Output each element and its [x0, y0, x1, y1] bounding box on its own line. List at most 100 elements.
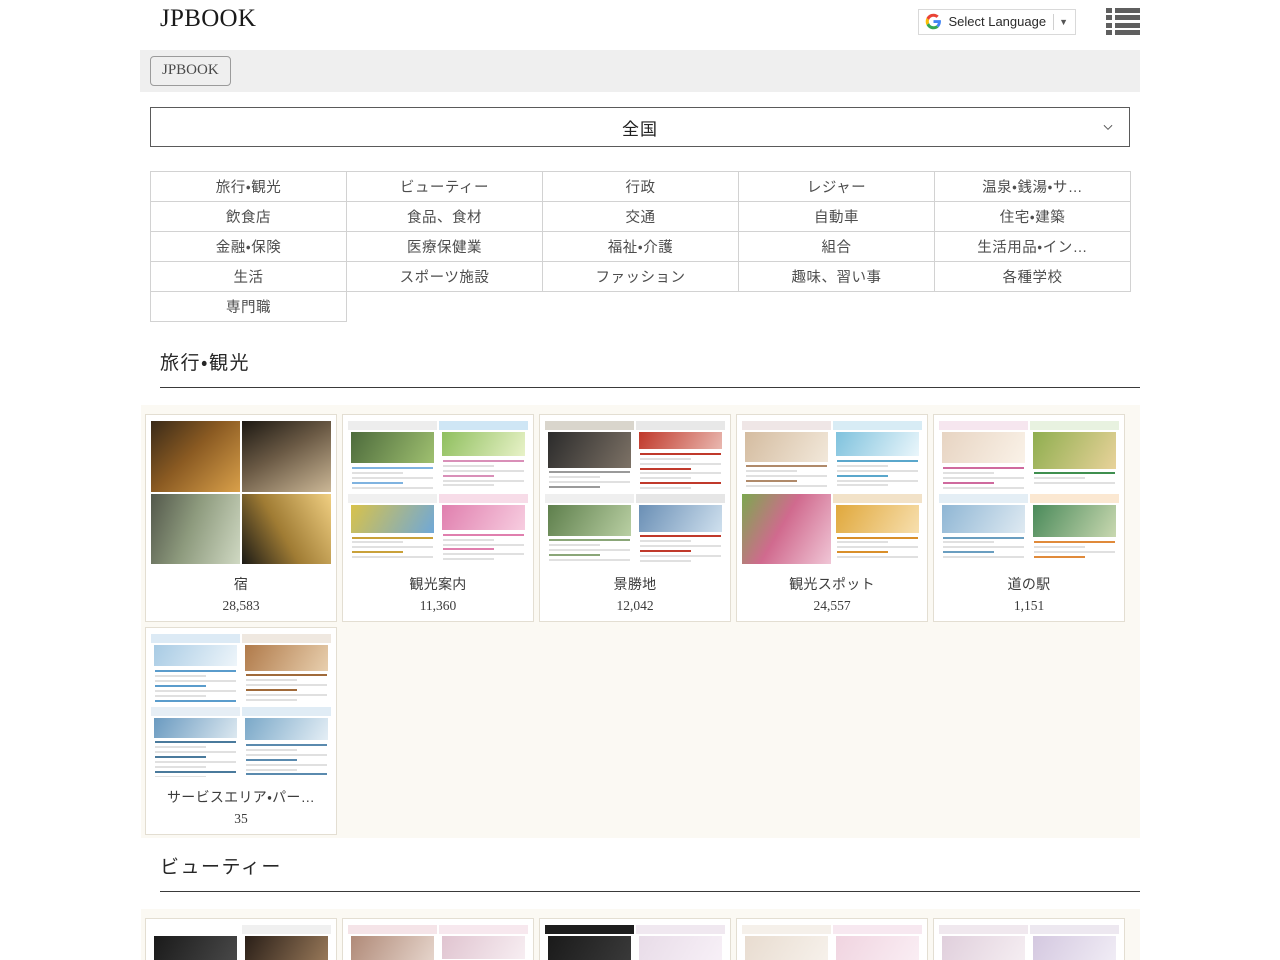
category-cell[interactable]: 福祉・介護: [543, 232, 739, 262]
thumbnail-website: [1030, 494, 1119, 565]
thumbnail-website: [833, 925, 922, 960]
google-translate-widget[interactable]: Select Language ▼: [918, 9, 1076, 35]
category-cell[interactable]: 自動車: [739, 202, 935, 232]
thumbnail-website: [939, 925, 1028, 960]
category-card[interactable]: 宿28,583: [145, 414, 337, 622]
category-cell[interactable]: 趣味、習い事: [739, 262, 935, 292]
card-grid: [141, 909, 1140, 960]
category-cell[interactable]: レジャー: [739, 172, 935, 202]
category-card[interactable]: 観光スポット 24,557: [736, 414, 928, 622]
page-root: JPBOOK Select Language ▼: [0, 0, 1280, 960]
region-select-value: 全国: [622, 115, 658, 140]
card-count: 24,557: [742, 598, 922, 614]
thumbnail-website: [742, 421, 831, 492]
category-cell[interactable]: 専門職: [151, 292, 347, 322]
category-cell[interactable]: 旅行・観光: [151, 172, 347, 202]
thumbnail-website: [1030, 925, 1119, 960]
category-row: 金融・保険医療保健業福祉・介護組合生活用品・イン…: [151, 232, 1131, 262]
thumbnail-website: [545, 494, 634, 565]
category-cell[interactable]: 飲食店: [151, 202, 347, 232]
card-thumbnail: [151, 634, 331, 777]
google-logo-icon: [925, 13, 942, 30]
thumbnail-website: [636, 421, 725, 492]
category-row: 旅行・観光ビューティー行政レジャー温泉・銭湯・サ…: [151, 172, 1131, 202]
category-cell[interactable]: 食品、食材: [347, 202, 543, 232]
category-card[interactable]: [342, 918, 534, 960]
card-count: 35: [151, 811, 331, 827]
thumbnail-website: [939, 421, 1028, 492]
thumbnail-website: [348, 421, 437, 492]
card-thumbnail: [939, 925, 1119, 960]
category-cell[interactable]: 交通: [543, 202, 739, 232]
category-cell[interactable]: 医療保健業: [347, 232, 543, 262]
thumbnail-website: [833, 421, 922, 492]
section-title: ビューティー: [140, 852, 1140, 879]
category-cell[interactable]: 生活: [151, 262, 347, 292]
thumbnail-website: [742, 925, 831, 960]
category-cell[interactable]: 住宅・建築: [935, 202, 1131, 232]
category-cell-empty: [543, 292, 739, 322]
category-card[interactable]: [539, 918, 731, 960]
thumbnail-website: [151, 707, 240, 778]
category-row: 生活スポーツ施設ファッション趣味、習い事各種学校: [151, 262, 1131, 292]
thumbnail-website: [833, 494, 922, 565]
category-card[interactable]: 観光案内11,360: [342, 414, 534, 622]
category-cell[interactable]: 組合: [739, 232, 935, 262]
thumbnail-photo: [151, 494, 240, 565]
category-card[interactable]: [145, 918, 337, 960]
chevron-down-icon[interactable]: ▼: [1059, 17, 1073, 27]
card-title: 観光案内: [348, 574, 528, 594]
card-thumbnail: [545, 421, 725, 564]
region-select[interactable]: 全国: [150, 107, 1130, 147]
menu-row: [1106, 23, 1140, 28]
menu-row: [1106, 8, 1140, 13]
menu-row: [1106, 30, 1140, 35]
thumbnail-photo: [242, 494, 331, 565]
category-card[interactable]: [736, 918, 928, 960]
category-cell[interactable]: 金融・保険: [151, 232, 347, 262]
card-count: 1,151: [939, 598, 1119, 614]
card-title: 景勝地: [545, 574, 725, 594]
card-thumbnail: [742, 925, 922, 960]
section-title: 旅行・観光: [140, 348, 1140, 375]
header-controls: Select Language ▼: [918, 8, 1140, 35]
category-card[interactable]: サービスエリア・パー… 35: [145, 627, 337, 835]
category-cell[interactable]: 温泉・銭湯・サ…: [935, 172, 1131, 202]
card-title: 道の駅: [939, 574, 1119, 594]
category-cell-empty: [739, 292, 935, 322]
category-cell[interactable]: 行政: [543, 172, 739, 202]
thumbnail-website: [439, 494, 528, 565]
card-thumbnail: [151, 421, 331, 564]
card-title: サービスエリア・パー…: [151, 787, 331, 807]
card-grid: 宿28,583観光案内11,360 景勝地 12,042 観光スポット 24,557 道の…: [141, 405, 1140, 838]
thumbnail-website: [1030, 421, 1119, 492]
section-header: 旅行・観光: [140, 348, 1140, 388]
category-cell[interactable]: 生活用品・イン…: [935, 232, 1131, 262]
thumbnail-website: [636, 494, 725, 565]
category-cell[interactable]: ビューティー: [347, 172, 543, 202]
category-row: 飲食店食品、食材交通自動車住宅・建築: [151, 202, 1131, 232]
thumbnail-website: [242, 707, 331, 778]
list-menu-icon[interactable]: [1106, 8, 1140, 35]
site-header: JPBOOK Select Language ▼: [0, 0, 1280, 44]
card-title: 観光スポット: [742, 574, 922, 594]
card-title: 宿: [151, 574, 331, 594]
breadcrumb: JPBOOK: [140, 50, 1140, 92]
category-cell[interactable]: ファッション: [543, 262, 739, 292]
site-brand[interactable]: JPBOOK: [160, 6, 256, 31]
thumbnail-website: [545, 925, 634, 960]
card-thumbnail: [939, 421, 1119, 564]
card-thumbnail: [348, 421, 528, 564]
category-card[interactable]: 景勝地 12,042: [539, 414, 731, 622]
category-cell[interactable]: スポーツ施設: [347, 262, 543, 292]
category-row: 専門職: [151, 292, 1131, 322]
card-thumbnail: [742, 421, 922, 564]
category-card[interactable]: [933, 918, 1125, 960]
breadcrumb-item-jpbook[interactable]: JPBOOK: [150, 56, 231, 86]
category-cell[interactable]: 各種学校: [935, 262, 1131, 292]
card-count: 12,042: [545, 598, 725, 614]
thumbnail-photo: [151, 421, 240, 492]
chevron-down-icon: [1101, 120, 1115, 134]
category-table: 旅行・観光ビューティー行政レジャー温泉・銭湯・サ…飲食店食品、食材交通自動車住宅…: [150, 171, 1131, 322]
category-card[interactable]: 道の駅 1,151: [933, 414, 1125, 622]
